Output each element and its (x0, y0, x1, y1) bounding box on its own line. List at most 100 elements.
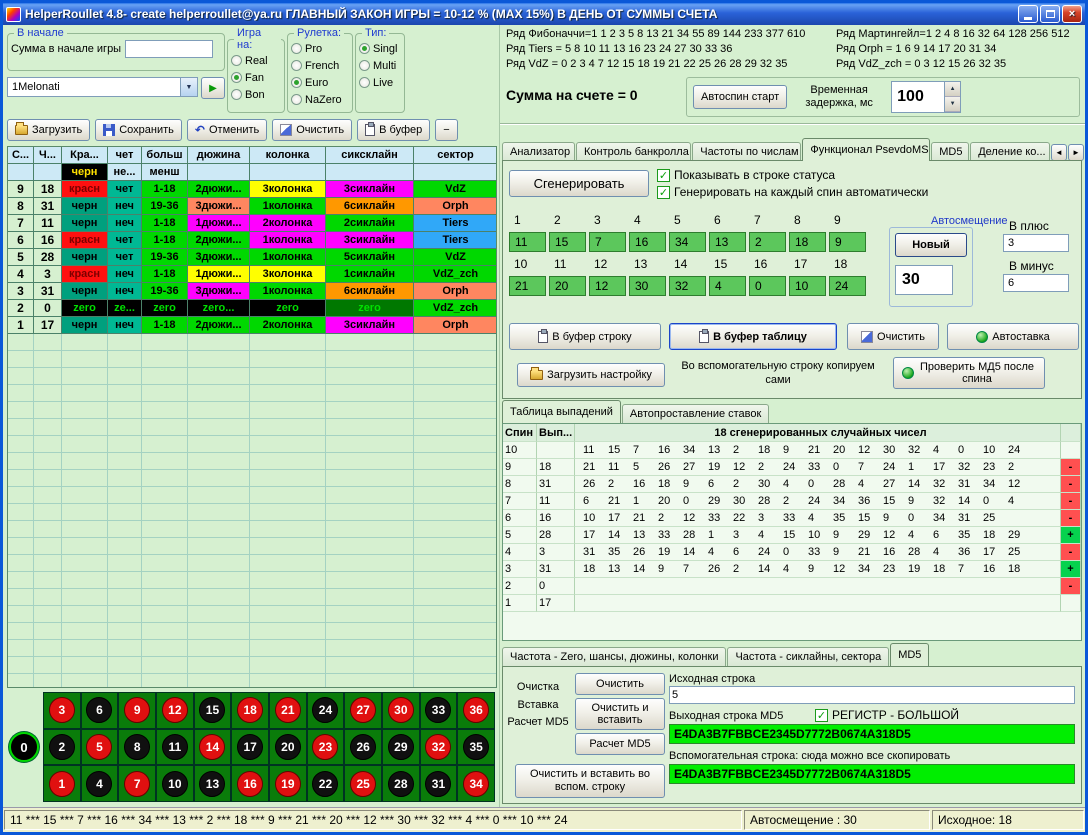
board-cell-30[interactable]: 30 (382, 692, 420, 729)
md5-clear-paste-button[interactable]: Очистить и вставить (575, 698, 665, 730)
board-cell-31[interactable]: 31 (420, 765, 458, 802)
auto-generate-checkbox[interactable]: ✓ Генерировать на каждый спин автоматиче… (657, 185, 928, 199)
copy-line-button[interactable]: В буфер строку (509, 323, 661, 350)
board-cell-22[interactable]: 22 (307, 765, 345, 802)
radio-euro[interactable]: Euro (291, 74, 349, 91)
history-row[interactable]: 117черннеч1-182дюжи...2колонка3сиклайнOr… (8, 317, 496, 334)
board-cell-9[interactable]: 9 (118, 692, 156, 729)
uppercase-checkbox[interactable]: ✓ РЕГИСТР - БОЛЬШОЙ (815, 708, 959, 722)
history-row[interactable]: 918краснчет1-182дюжи...3колонка3сиклайнV… (8, 181, 496, 198)
main-tab-3[interactable]: Функционал PsevdoMS (802, 138, 930, 161)
save-button[interactable]: Сохранить (95, 119, 182, 141)
main-tab-2[interactable]: Частоты по числам (692, 142, 801, 161)
play-button[interactable]: ▶ (201, 77, 225, 99)
md5-clear-paste-aux-button[interactable]: Очистить и вставить во вспом. строку (515, 764, 665, 798)
clear-button[interactable]: Очистить (272, 119, 352, 141)
collapse-button[interactable]: − (435, 119, 457, 141)
board-cell-26[interactable]: 26 (344, 729, 382, 766)
spins-row[interactable]: 331181314972621449123423191871618+ (503, 561, 1081, 578)
chevron-down-icon[interactable]: ▼ (180, 78, 197, 96)
history-row[interactable]: 43красннеч1-181дюжи...3колонка1сиклайнVd… (8, 266, 496, 283)
undo-button[interactable]: ↶Отменить (187, 119, 267, 141)
generate-button[interactable]: Сгенерировать (509, 170, 649, 197)
check-md5-button[interactable]: Проверить МД5 после спина (893, 357, 1045, 389)
spins-row[interactable]: 117 (503, 595, 1081, 612)
bottom-tab-2[interactable]: MD5 (890, 643, 929, 666)
main-tab-4[interactable]: MD5 (931, 142, 969, 161)
board-cell-17[interactable]: 17 (231, 729, 269, 766)
board-cell-12[interactable]: 12 (156, 692, 194, 729)
board-cell-15[interactable]: 15 (194, 692, 232, 729)
maximize-button[interactable] (1040, 5, 1060, 23)
spins-row[interactable]: 101115716341321892120123032401024 (503, 442, 1081, 459)
radio-french[interactable]: French (291, 57, 349, 74)
minus-value-field[interactable]: 6 (1003, 274, 1069, 292)
preset-select[interactable]: 1Melonati ▼ (7, 77, 198, 97)
spins-row[interactable]: 61610172121233223334351590343125- (503, 510, 1081, 527)
spins-tab-1[interactable]: Автопроставление ставок (622, 404, 769, 423)
status-line-checkbox[interactable]: ✓ Показывать в строке статуса (657, 168, 835, 182)
board-cell-19[interactable]: 19 (269, 765, 307, 802)
spins-row[interactable]: 71162112002930282243436159321404- (503, 493, 1081, 510)
history-row[interactable]: 711черннеч1-181дюжи...2колонка2сиклайнTi… (8, 215, 496, 232)
board-cell-36[interactable]: 36 (457, 692, 495, 729)
board-cell-34[interactable]: 34 (457, 765, 495, 802)
board-cell-33[interactable]: 33 (420, 692, 458, 729)
new-button[interactable]: Новый (895, 233, 967, 257)
radio-singl[interactable]: Singl (359, 40, 401, 57)
board-cell-29[interactable]: 29 (382, 729, 420, 766)
board-cell-35[interactable]: 35 (457, 729, 495, 766)
tab-scroll-left-icon[interactable]: ◄ (1051, 144, 1067, 161)
spinner-up-button[interactable]: ▲ (945, 82, 960, 97)
history-row[interactable]: 20zeroze...zerozero...zerozeroVdZ_zch (8, 300, 496, 317)
autospin-start-button[interactable]: Автоспин старт (693, 85, 787, 109)
spins-row[interactable]: 433135261914462403392116284361725- (503, 544, 1081, 561)
board-cell-11[interactable]: 11 (156, 729, 194, 766)
close-button[interactable]: × (1062, 5, 1082, 23)
tab-scroll-right-icon[interactable]: ► (1068, 144, 1084, 161)
board-cell-2[interactable]: 2 (43, 729, 81, 766)
board-cell-24[interactable]: 24 (307, 692, 345, 729)
history-row[interactable]: 616краснчет1-182дюжи...1колонка3сиклайнT… (8, 232, 496, 249)
board-cell-13[interactable]: 13 (194, 765, 232, 802)
board-cell-21[interactable]: 21 (269, 692, 307, 729)
bottom-tab-0[interactable]: Частота - Zero, шансы, дюжины, колонки (502, 647, 726, 666)
autoshift-value[interactable]: 30 (895, 265, 953, 295)
board-cell-28[interactable]: 28 (382, 765, 420, 802)
board-cell-18[interactable]: 18 (231, 692, 269, 729)
board-zero-cell[interactable]: 0 (7, 728, 41, 766)
clear-generator-button[interactable]: Очистить (847, 323, 939, 350)
board-cell-10[interactable]: 10 (156, 765, 194, 802)
radio-nazero[interactable]: NaZero (291, 91, 349, 108)
md5-calc-button[interactable]: Расчет MD5 (575, 733, 665, 755)
to-buffer-button[interactable]: В буфер (357, 119, 430, 141)
main-tab-1[interactable]: Контроль банкролла (576, 142, 691, 161)
history-row[interactable]: 831черннеч19-363дюжи...1колонка6сиклайнO… (8, 198, 496, 215)
spins-row[interactable]: 918211152627191222433072411732232- (503, 459, 1081, 476)
spins-row[interactable]: 20- (503, 578, 1081, 595)
spins-row[interactable]: 528171413332813415109291246351829+ (503, 527, 1081, 544)
delay-spinner[interactable]: 100 ▲ ▼ (891, 81, 961, 113)
board-cell-8[interactable]: 8 (118, 729, 156, 766)
board-cell-20[interactable]: 20 (269, 729, 307, 766)
start-sum-input[interactable] (125, 40, 213, 58)
radio-fan[interactable]: Fan (231, 69, 281, 86)
spins-tab-0[interactable]: Таблица выпадений (502, 400, 621, 423)
spins-row[interactable]: 83126216189623040284271432313412- (503, 476, 1081, 493)
bottom-tab-1[interactable]: Частота - сиклайны, сектора (727, 647, 889, 666)
md5-clear-button[interactable]: Очистить (575, 673, 665, 695)
autobet-button[interactable]: Автоставка (947, 323, 1079, 350)
board-cell-25[interactable]: 25 (344, 765, 382, 802)
history-row[interactable]: 331черннеч19-363дюжи...1колонка6сиклайнO… (8, 283, 496, 300)
board-cell-14[interactable]: 14 (194, 729, 232, 766)
board-cell-4[interactable]: 4 (81, 765, 119, 802)
board-cell-6[interactable]: 6 (81, 692, 119, 729)
board-cell-23[interactable]: 23 (307, 729, 345, 766)
board-cell-32[interactable]: 32 (420, 729, 458, 766)
load-button[interactable]: Загрузить (7, 119, 90, 141)
board-cell-27[interactable]: 27 (344, 692, 382, 729)
radio-multi[interactable]: Multi (359, 57, 401, 74)
board-cell-16[interactable]: 16 (231, 765, 269, 802)
board-cell-1[interactable]: 1 (43, 765, 81, 802)
radio-pro[interactable]: Pro (291, 40, 349, 57)
